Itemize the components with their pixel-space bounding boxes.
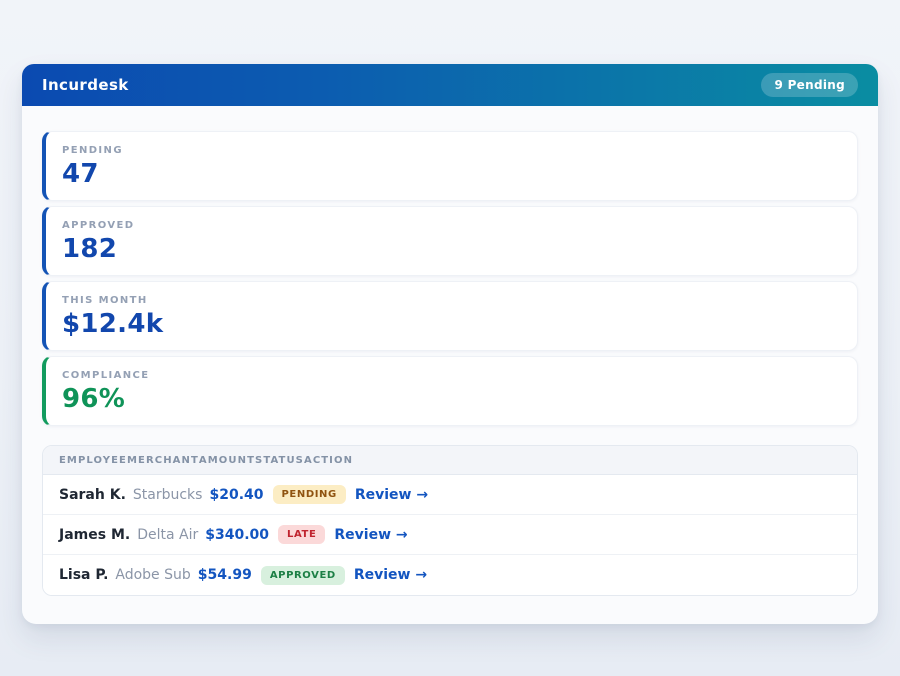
stat-value: 47 (62, 159, 841, 189)
column-header-status: STATUS (255, 455, 304, 466)
employee-name: James M. (59, 527, 130, 543)
review-link[interactable]: Review → (354, 567, 427, 583)
table-header-row: EMPLOYEE MERCHANT AMOUNT STATUS ACTION (43, 446, 857, 475)
stat-label: COMPLIANCE (62, 370, 841, 381)
column-header-merchant: MERCHANT (127, 455, 199, 466)
table-row: Lisa P. Adobe Sub $54.99 APPROVED Review… (43, 555, 857, 595)
app-header: Incurdesk 9 Pending (22, 64, 878, 106)
status-badge-late: LATE (278, 525, 325, 544)
stat-card-approved: APPROVED 182 (42, 206, 858, 276)
stat-value: 182 (62, 234, 841, 264)
table-row: James M. Delta Air $340.00 LATE Review → (43, 515, 857, 555)
review-link[interactable]: Review → (355, 487, 428, 503)
amount-value: $54.99 (198, 567, 252, 583)
stat-card-pending: PENDING 47 (42, 131, 858, 201)
stat-card-compliance: COMPLIANCE 96% (42, 356, 858, 426)
table-row: Sarah K. Starbucks $20.40 PENDING Review… (43, 475, 857, 515)
review-link[interactable]: Review → (334, 527, 407, 543)
amount-value: $340.00 (205, 527, 269, 543)
merchant-name: Delta Air (137, 527, 198, 543)
stat-label: APPROVED (62, 220, 841, 231)
status-badge-approved: APPROVED (261, 566, 345, 585)
incurdesk-app-card: Incurdesk 9 Pending PENDING 47 APPROVED … (22, 64, 878, 624)
stat-value: 96% (62, 384, 841, 414)
app-title: Incurdesk (42, 76, 129, 94)
expense-table: EMPLOYEE MERCHANT AMOUNT STATUS ACTION S… (42, 445, 858, 596)
stat-value: $12.4k (62, 309, 841, 339)
column-header-employee: EMPLOYEE (59, 455, 127, 466)
stat-label: THIS MONTH (62, 295, 841, 306)
app-body: PENDING 47 APPROVED 182 THIS MONTH $12.4… (22, 106, 878, 624)
merchant-name: Adobe Sub (115, 567, 190, 583)
status-badge-pending: PENDING (273, 485, 346, 504)
amount-value: $20.40 (209, 487, 263, 503)
stat-card-this-month: THIS MONTH $12.4k (42, 281, 858, 351)
merchant-name: Starbucks (133, 487, 203, 503)
column-header-amount: AMOUNT (199, 455, 255, 466)
stat-label: PENDING (62, 145, 841, 156)
pending-count-badge: 9 Pending (761, 73, 858, 97)
employee-name: Sarah K. (59, 487, 126, 503)
employee-name: Lisa P. (59, 567, 108, 583)
column-header-action: ACTION (304, 455, 353, 466)
